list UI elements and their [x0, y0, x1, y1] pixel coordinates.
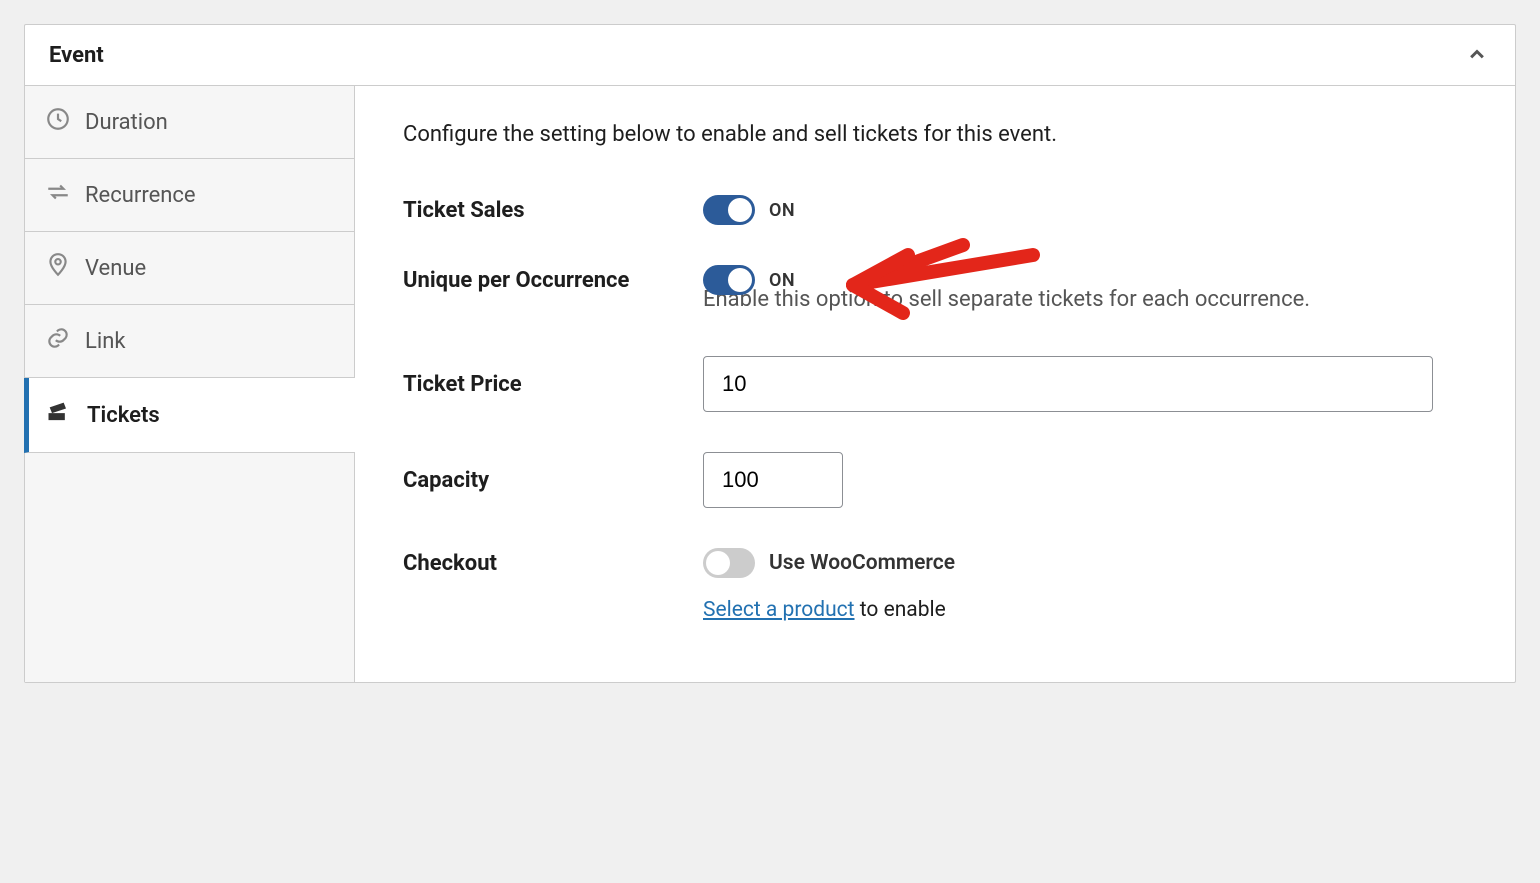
pin-icon — [45, 252, 71, 284]
loop-icon — [45, 179, 71, 211]
capacity-input[interactable] — [703, 452, 843, 508]
panel-body: Duration Recurrence Venue Link — [25, 86, 1515, 682]
sidebar-item-label: Duration — [85, 110, 168, 135]
tickets-icon — [45, 398, 73, 432]
clock-icon — [45, 106, 71, 138]
sidebar-item-label: Tickets — [87, 403, 160, 428]
unique-state: ON — [769, 270, 795, 291]
sidebar-item-tickets[interactable]: Tickets — [24, 378, 355, 453]
link-icon — [45, 325, 71, 357]
checkout-product-hint: Select a product to enable — [703, 598, 1467, 622]
sidebar-item-venue[interactable]: Venue — [25, 232, 354, 305]
capacity-label: Capacity — [403, 468, 703, 493]
price-row: Ticket Price — [403, 356, 1467, 412]
ticket-sales-toggle[interactable] — [703, 195, 755, 225]
sidebar-item-duration[interactable]: Duration — [25, 86, 354, 159]
tickets-content: Configure the setting below to enable an… — [355, 86, 1515, 682]
unique-toggle[interactable] — [703, 265, 755, 295]
unique-label: Unique per Occurrence — [403, 268, 703, 293]
checkout-toggle-label: Use WooCommerce — [769, 551, 955, 575]
ticket-sales-row: Ticket Sales ON — [403, 195, 1467, 225]
unique-row: Unique per Occurrence ON — [403, 265, 1467, 295]
sidebar-item-link[interactable]: Link — [25, 305, 354, 378]
chevron-up-icon — [1463, 41, 1491, 69]
select-product-suffix: to enable — [855, 598, 946, 622]
ticket-sales-state: ON — [769, 200, 795, 221]
panel-header-toggle[interactable]: Event — [25, 25, 1515, 86]
price-input[interactable] — [703, 356, 1433, 412]
annotation-arrow-icon — [833, 215, 1063, 330]
checkout-row: Checkout Use WooCommerce — [403, 548, 1467, 578]
event-panel: Event Duration Recurrence — [24, 24, 1516, 683]
sidebar-item-label: Recurrence — [85, 183, 196, 208]
checkout-toggle[interactable] — [703, 548, 755, 578]
select-product-link[interactable]: Select a product — [703, 598, 855, 622]
sidebar-item-recurrence[interactable]: Recurrence — [25, 159, 354, 232]
ticket-sales-label: Ticket Sales — [403, 198, 703, 223]
price-label: Ticket Price — [403, 372, 703, 397]
sidebar-item-label: Link — [85, 329, 126, 354]
panel-title: Event — [49, 43, 104, 68]
intro-text: Configure the setting below to enable an… — [403, 122, 1467, 147]
sidebar-item-label: Venue — [85, 256, 146, 281]
capacity-row: Capacity — [403, 452, 1467, 508]
checkout-label: Checkout — [403, 551, 703, 576]
event-sidebar: Duration Recurrence Venue Link — [25, 86, 355, 682]
